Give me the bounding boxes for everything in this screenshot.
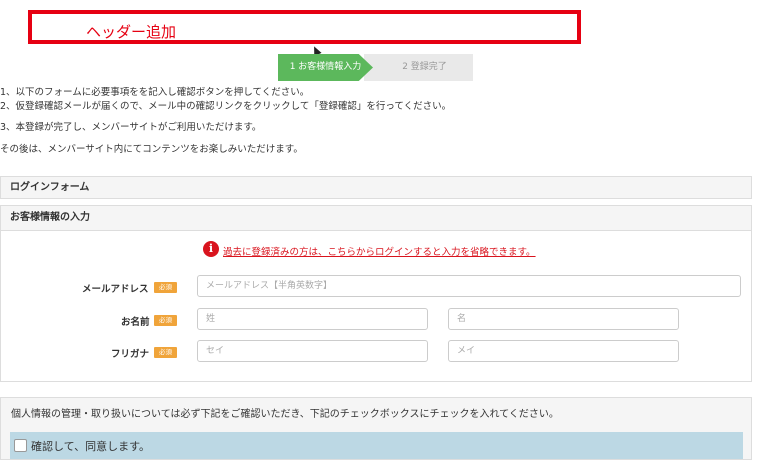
step-1: 1 お客様情報入力 bbox=[278, 54, 373, 81]
login-shortcut-link[interactable]: 過去に登録済みの方は、こちらからログインすると入力を省略できます。 bbox=[223, 244, 536, 258]
first-name-field[interactable] bbox=[448, 308, 679, 330]
name-required-badge: 必須 bbox=[154, 315, 177, 326]
login-form-heading: ログインフォーム bbox=[10, 182, 90, 193]
login-form-panel[interactable]: ログインフォーム bbox=[0, 176, 752, 199]
email-label: メールアドレス bbox=[82, 284, 149, 295]
info-icon: i bbox=[203, 241, 219, 257]
step-2: 2 登録完了 bbox=[364, 54, 473, 81]
instruction-4: その後は、メンバーサイト内にてコンテンツをお楽しみいただけます。 bbox=[0, 144, 303, 155]
name-label: お名前 bbox=[121, 317, 150, 328]
step-progress: 2 登録完了 1 お客様情報入力 bbox=[278, 54, 473, 81]
email-field[interactable] bbox=[197, 275, 741, 297]
first-name-kana-field[interactable] bbox=[448, 340, 679, 362]
header-placeholder: ヘッダー追加 bbox=[28, 10, 581, 44]
consent-row[interactable]: 確認して、同意します。 bbox=[10, 432, 743, 459]
last-name-field[interactable] bbox=[197, 308, 428, 330]
instruction-2: 2、仮登録確認メールが届くので、メール中の確認リンクをクリックして「登録確認」を… bbox=[0, 101, 452, 112]
last-name-kana-field[interactable] bbox=[197, 340, 428, 362]
instruction-1: 1、以下のフォームに必要事項をを記入し確認ボタンを押してください。 bbox=[0, 87, 310, 98]
furigana-label: フリガナ bbox=[111, 349, 150, 360]
privacy-notice: 個人情報の管理・取り扱いについては必ず下記をご確認いただき、下記のチェックボック… bbox=[11, 409, 559, 420]
customer-info-panel-heading: お客様情報の入力 bbox=[0, 205, 752, 231]
privacy-section: 個人情報の管理・取り扱いについては必ず下記をご確認いただき、下記のチェックボック… bbox=[0, 397, 752, 460]
instruction-3: 3、本登録が完了し、メンバーサイトがご利用いただけます。 bbox=[0, 122, 262, 133]
email-required-badge: 必須 bbox=[154, 282, 177, 293]
header-label: ヘッダー追加 bbox=[86, 23, 177, 41]
customer-info-heading: お客様情報の入力 bbox=[10, 212, 90, 223]
consent-checkbox[interactable] bbox=[14, 439, 27, 452]
consent-label[interactable]: 確認して、同意します。 bbox=[31, 438, 150, 454]
furigana-required-badge: 必須 bbox=[154, 347, 177, 358]
